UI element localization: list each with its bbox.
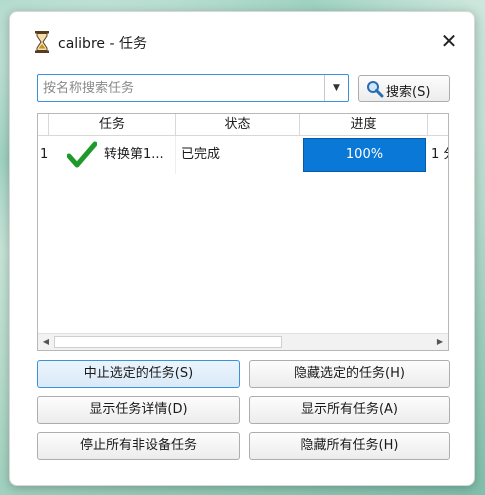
jobs-table: 任务 状态 进度 1 转换第1... 已完成 100% 1 分 ◀ ▶ [37,113,449,351]
scroll-right-icon[interactable]: ▶ [432,334,448,350]
scroll-thumb[interactable] [54,336,282,348]
search-input[interactable] [38,75,320,101]
show-all-button[interactable]: 显示所有任务(A) [249,396,450,424]
stop-non-device-button[interactable]: 停止所有非设备任务 [37,432,240,460]
task-name: 转换第1... [104,147,164,162]
search-button-label: 搜索(S) [386,85,431,100]
status-cell: 已完成 [181,147,221,162]
column-header-progress[interactable]: 进度 [300,114,428,136]
show-details-button[interactable]: 显示任务详情(D) [37,396,240,424]
row-number-header [38,114,49,136]
search-field[interactable]: ▼ [37,74,349,102]
scroll-left-icon[interactable]: ◀ [38,334,54,350]
horizontal-scrollbar[interactable]: ◀ ▶ [38,333,448,350]
hide-all-button[interactable]: 隐藏所有任务(H) [249,432,450,460]
column-header-status[interactable]: 状态 [176,114,300,136]
close-button[interactable]: ✕ [434,26,464,56]
column-header-task[interactable]: 任务 [49,114,176,136]
table-header: 任务 状态 进度 [38,114,448,136]
title-bar: calibre - 任务 ✕ [10,12,474,62]
table-row[interactable]: 1 转换第1... 已完成 100% 1 分 [38,136,448,174]
chevron-down-icon[interactable]: ▼ [324,75,348,101]
search-button[interactable]: 搜索(S) [358,75,450,102]
magnifier-icon [367,81,384,98]
hourglass-icon [35,31,49,53]
jobs-dialog: calibre - 任务 ✕ ▼ 搜索(S) 任务 状态 进度 1 转换第1.. [9,11,475,486]
abort-selected-button[interactable]: 中止选定的任务(S) [37,360,240,388]
progress-bar: 100% [303,138,426,172]
extra-cell: 1 分 [431,147,448,162]
hide-selected-button[interactable]: 隐藏选定的任务(H) [249,360,450,388]
column-header-extra[interactable] [428,114,448,136]
row-number: 1 [40,147,49,162]
window-title: calibre - 任务 [58,36,147,52]
checkmark-icon [67,141,97,168]
task-cell: 转换第1... [49,136,176,174]
